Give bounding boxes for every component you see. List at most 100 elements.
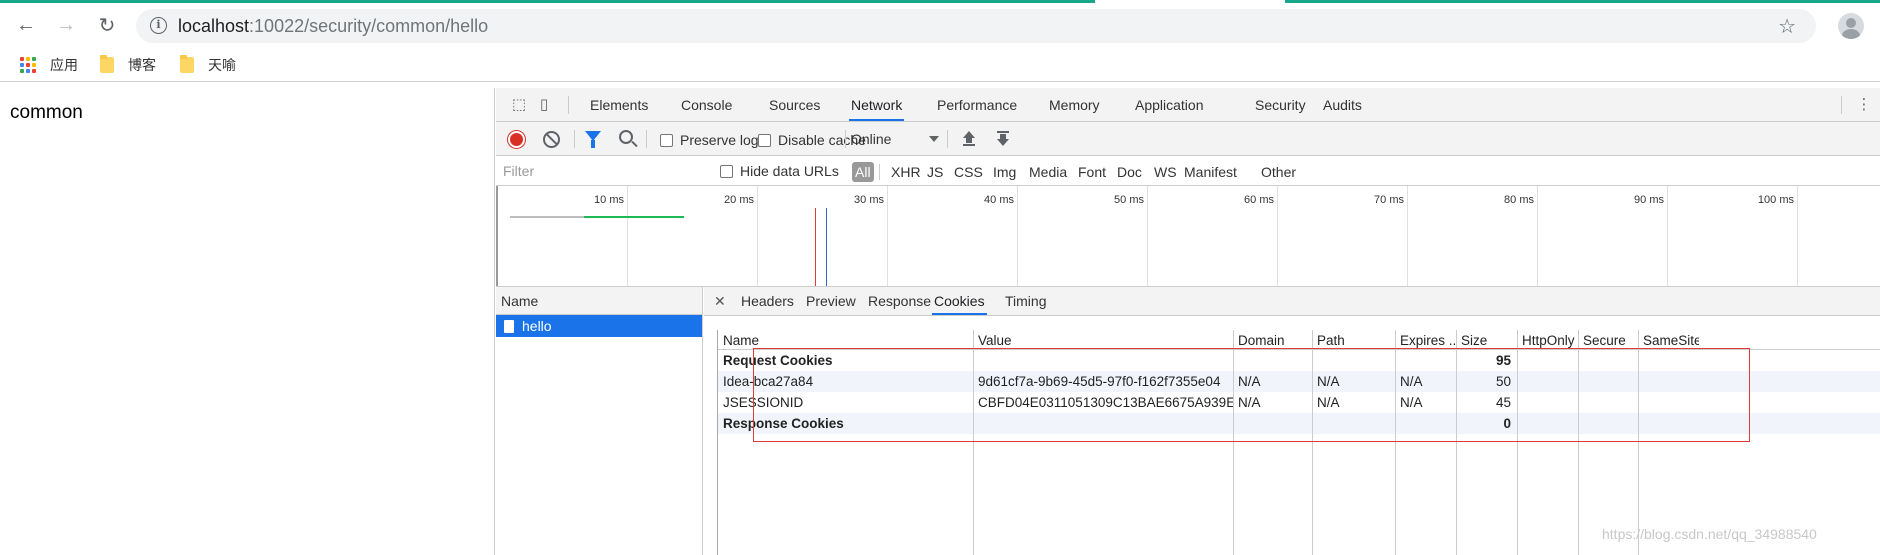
request-list-header[interactable]: Name	[496, 287, 702, 315]
tab-application[interactable]: Application	[1133, 88, 1206, 121]
apps-grid-icon	[20, 57, 36, 73]
cookie-domain: N/A	[1238, 395, 1261, 410]
bookmark-star-icon[interactable]: ☆	[1778, 14, 1796, 39]
table-row-group[interactable]: Response Cookies 0	[718, 413, 1880, 434]
throttling-value: Online	[851, 131, 892, 147]
network-timeline-overview[interactable]: 10 ms 20 ms 30 ms 40 ms 50 ms 60 ms 70 m…	[496, 186, 1880, 287]
hide-data-urls-checkbox[interactable]: Hide data URLs	[720, 163, 839, 179]
bookmark-label: 应用	[50, 57, 78, 73]
column-header-path[interactable]: Path	[1312, 330, 1395, 351]
filter-type-all[interactable]: All	[852, 162, 874, 182]
watermark: https://blog.csdn.net/qq_34988540	[1602, 526, 1817, 542]
more-options-icon[interactable]: ⋮	[1854, 95, 1874, 115]
tab-timing[interactable]: Timing	[1003, 287, 1049, 315]
cookie-value: CBFD04E0311051309C13BAE6675A939E	[978, 395, 1233, 410]
reload-icon[interactable]: ↻	[95, 13, 119, 37]
timeline-tick-label: 30 ms	[854, 194, 884, 206]
column-header-expires[interactable]: Expires ...	[1395, 330, 1456, 351]
filter-type-doc[interactable]: Doc	[1114, 162, 1145, 182]
filter-type-ws[interactable]: WS	[1151, 162, 1180, 182]
close-icon[interactable]: ✕	[714, 287, 726, 315]
load-event-marker	[815, 208, 816, 286]
filter-type-css[interactable]: CSS	[951, 162, 986, 182]
filter-type-other[interactable]: Other	[1258, 162, 1299, 182]
disable-cache-checkbox[interactable]: Disable cache	[758, 132, 866, 148]
clear-icon[interactable]	[543, 131, 560, 148]
folder-icon	[180, 55, 194, 73]
profile-avatar[interactable]	[1838, 13, 1864, 39]
cookie-size: 95	[1495, 353, 1511, 368]
address-bar: ← → ↻ i localhost:10022/security/common/…	[0, 3, 1880, 47]
checkbox-box[interactable]	[758, 133, 771, 147]
bookmark-apps[interactable]: 应用	[20, 55, 78, 75]
cookie-path: N/A	[1317, 395, 1340, 410]
tab-headers[interactable]: Headers	[739, 287, 796, 315]
column-header-name[interactable]: Name	[718, 330, 973, 351]
table-row[interactable]: JSESSIONID CBFD04E0311051309C13BAE6675A9…	[718, 392, 1880, 413]
tab-audits[interactable]: Audits	[1321, 88, 1364, 121]
timeline-download-bar	[584, 216, 684, 218]
cookie-domain: N/A	[1238, 374, 1261, 389]
column-header-domain[interactable]: Domain	[1233, 330, 1313, 351]
column-header-httponly[interactable]: HttpOnly	[1517, 330, 1578, 351]
column-header-value[interactable]: Value	[973, 330, 1233, 351]
export-har-icon[interactable]	[996, 131, 1010, 147]
column-header-secure[interactable]: Secure	[1578, 330, 1639, 351]
cookie-expires: N/A	[1400, 374, 1423, 389]
request-list: Name hello	[496, 287, 703, 555]
dom-content-loaded-marker	[826, 208, 827, 286]
request-detail-panel: ✕ Headers Preview Response Cookies Timin…	[704, 287, 1880, 555]
tab-cookies[interactable]: Cookies	[932, 287, 987, 315]
request-row-hello[interactable]: hello	[496, 315, 702, 337]
url-text[interactable]: localhost:10022/security/common/hello	[178, 16, 488, 37]
tab-sources[interactable]: Sources	[767, 88, 822, 121]
bookmark-folder-blog[interactable]: 博客	[100, 55, 156, 75]
column-header-size[interactable]: Size	[1456, 330, 1517, 351]
tab-preview[interactable]: Preview	[804, 287, 858, 315]
cookie-name: Request Cookies	[723, 353, 833, 368]
cookies-table-header: Name Value Domain Path Expires ... Size …	[718, 330, 1880, 350]
back-arrow-icon[interactable]: ←	[14, 13, 38, 37]
tab-memory[interactable]: Memory	[1047, 88, 1102, 121]
filter-type-media[interactable]: Media	[1026, 162, 1070, 182]
filter-type-manifest[interactable]: Manifest	[1181, 162, 1240, 182]
tab-elements[interactable]: Elements	[588, 88, 650, 121]
checkbox-box[interactable]	[720, 164, 733, 178]
filter-type-font[interactable]: Font	[1075, 162, 1109, 182]
cookie-expires: N/A	[1400, 395, 1423, 410]
timeline-waiting-bar	[510, 216, 584, 218]
tab-security[interactable]: Security	[1253, 88, 1308, 121]
throttling-select[interactable]: Online	[851, 131, 939, 147]
filter-type-js[interactable]: JS	[924, 162, 946, 182]
tab-network[interactable]: Network	[849, 88, 905, 121]
table-row-group[interactable]: Request Cookies 95	[718, 350, 1880, 371]
filter-input[interactable]	[498, 160, 703, 182]
timeline-tick-label: 10 ms	[594, 194, 624, 206]
column-header-samesite[interactable]: SameSite	[1638, 330, 1699, 351]
inspect-element-icon[interactable]: ⬚	[509, 95, 529, 115]
tab-response[interactable]: Response	[866, 287, 933, 315]
cookie-value: 9d61cf7a-9b69-45d5-97f0-f162f7355e04	[978, 374, 1221, 389]
cookie-path: N/A	[1317, 374, 1340, 389]
filter-icon[interactable]	[585, 131, 601, 148]
checkbox-box[interactable]	[660, 133, 673, 147]
filter-type-xhr[interactable]: XHR	[888, 162, 924, 182]
checkbox-label: Hide data URLs	[740, 163, 839, 179]
bookmark-label: 博客	[128, 57, 156, 73]
info-icon[interactable]: i	[150, 17, 167, 34]
search-icon[interactable]	[619, 130, 633, 144]
tab-performance[interactable]: Performance	[935, 88, 1019, 121]
timeline-tick-label: 40 ms	[984, 194, 1014, 206]
filter-type-img[interactable]: Img	[990, 162, 1019, 182]
device-toolbar-icon[interactable]: ▯	[534, 95, 554, 115]
omnibox[interactable]: i localhost:10022/security/common/hello …	[136, 9, 1816, 43]
url-host: localhost	[178, 16, 250, 36]
tab-console[interactable]: Console	[679, 88, 734, 121]
preserve-log-checkbox[interactable]: Preserve log	[660, 132, 759, 148]
chevron-down-icon	[929, 136, 939, 142]
record-icon[interactable]	[508, 131, 525, 148]
forward-arrow-icon[interactable]: →	[54, 13, 78, 37]
table-row[interactable]: Idea-bca27a84 9d61cf7a-9b69-45d5-97f0-f1…	[718, 371, 1880, 392]
import-har-icon[interactable]	[962, 131, 976, 147]
bookmark-folder-tianyu[interactable]: 天喻	[180, 55, 236, 75]
